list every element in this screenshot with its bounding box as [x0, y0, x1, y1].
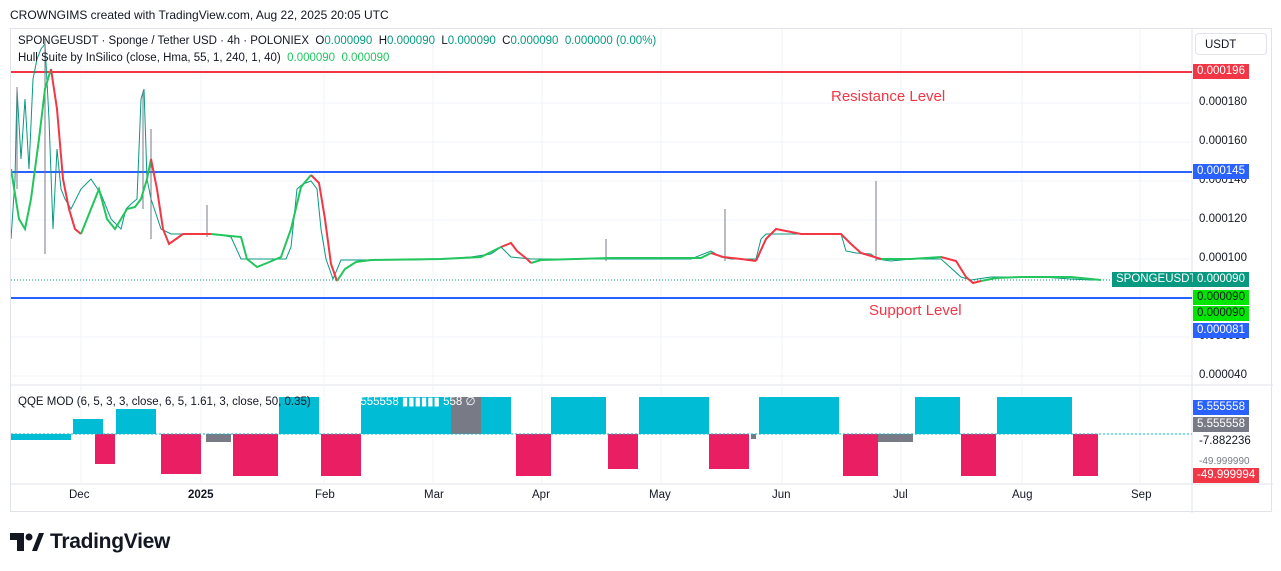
indicator-value-1: 0.000090	[287, 52, 336, 64]
close-value: 0.000090	[510, 35, 559, 47]
indicator-title: Hull Suite by InSilico (close, Hma, 55, …	[18, 52, 281, 64]
chart-canvas[interactable]	[11, 29, 1273, 513]
price-tick: 0.000100	[1199, 252, 1247, 264]
chart-caption: CROWNGIMS created with TradingView.com, …	[10, 8, 389, 22]
indicator-value-2: 0.000090	[341, 52, 390, 64]
mid-level-price-tag: 0.000145	[1193, 164, 1249, 179]
time-tick: Mar	[424, 489, 444, 501]
time-tick: Feb	[315, 489, 335, 501]
price-tick: 0.000180	[1199, 96, 1247, 108]
symbol-description: SPONGEUSDT · Sponge / Tether USD · 4h · …	[18, 35, 310, 47]
qqe-histogram	[11, 397, 1192, 476]
symbol-tag: SPONGEUSDT	[1112, 272, 1201, 287]
support-price-tag: 0.000081	[1193, 323, 1249, 338]
chart-frame[interactable]: SPONGEUSDT · Sponge / Tether USD · 4h · …	[10, 28, 1273, 513]
price-tick: 0.000120	[1199, 213, 1247, 225]
resistance-annotation: Resistance Level	[831, 88, 946, 105]
currency-button[interactable]: USDT	[1195, 33, 1267, 55]
qqe-tag-1: 5.555558	[1193, 400, 1249, 415]
price-tick: 0.000160	[1199, 135, 1247, 147]
open-value: 0.000090	[324, 35, 373, 47]
qqe-tag-3: -49.999994	[1193, 468, 1260, 483]
time-tick: 2025	[188, 489, 214, 501]
change-value: 0.000000 (0.00%)	[564, 35, 657, 47]
symbol-legend[interactable]: SPONGEUSDT · Sponge / Tether USD · 4h · …	[18, 35, 656, 47]
time-tick: Sep	[1131, 489, 1152, 501]
time-tick: May	[649, 489, 671, 501]
resistance-price-tag: 0.000196	[1193, 64, 1249, 79]
high-label: H	[378, 35, 388, 47]
qqe-tick: -7.882236	[1199, 435, 1251, 447]
time-tick: Apr	[532, 489, 550, 501]
support-annotation: Support Level	[869, 302, 962, 319]
hull-price-tag-2: 0.000090	[1193, 306, 1249, 321]
brand[interactable]: TradingView	[10, 528, 170, 556]
qqe-legend[interactable]: QQE MOD (6, 5, 3, 3, close, 6, 5, 1.61, …	[18, 394, 475, 408]
brand-name: TradingView	[50, 530, 171, 553]
qqe-title: QQE MOD (6, 5, 3, 3, close, 6, 5, 1.61, …	[18, 396, 311, 408]
last-price-tag: 0.000090	[1193, 272, 1249, 287]
low-value: 0.000090	[447, 35, 496, 47]
tradingview-logo-icon	[10, 533, 44, 551]
indicator-legend[interactable]: Hull Suite by InSilico (close, Hma, 55, …	[18, 52, 389, 64]
time-tick: Dec	[69, 489, 90, 501]
qqe-values: 2236 5.555558 ▮▮▮▮▮▮ 558 ∅	[321, 396, 476, 408]
price-tick: 0.000040	[1199, 369, 1247, 381]
qqe-tick-hidden: -49.999990	[1199, 456, 1250, 467]
qqe-tag-2: 5.555558	[1193, 417, 1249, 432]
hull-price-tag-1: 0.000090	[1193, 290, 1249, 305]
time-tick: Jun	[772, 489, 791, 501]
time-tick: Aug	[1012, 489, 1033, 501]
time-tick: Jul	[893, 489, 908, 501]
price-series	[11, 42, 1101, 281]
high-value: 0.000090	[387, 35, 435, 47]
